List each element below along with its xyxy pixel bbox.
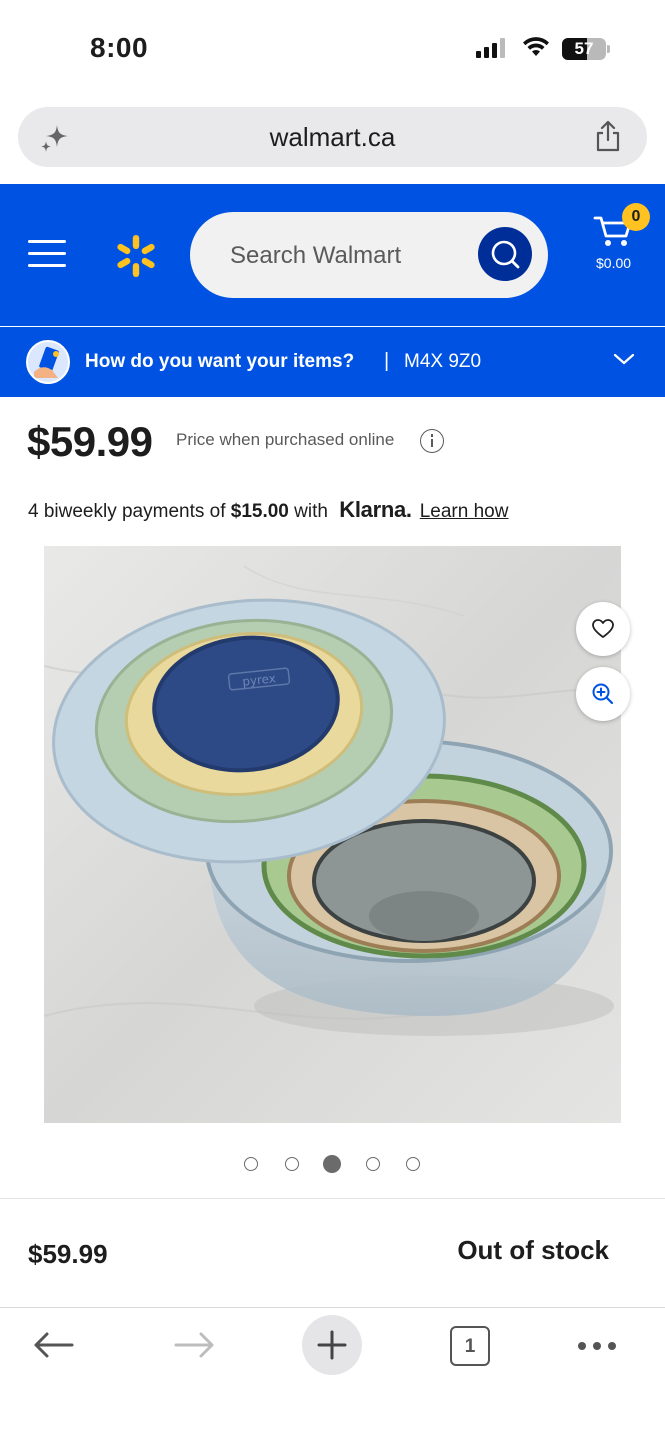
carousel-indicators <box>0 1155 665 1173</box>
cart-button[interactable]: 0 $0.00 <box>592 203 652 282</box>
battery-icon: 57 <box>562 38 606 60</box>
tab-switcher-button[interactable]: 1 <box>450 1326 490 1366</box>
klarna-with: with <box>288 501 334 522</box>
heart-icon <box>592 619 614 638</box>
cart-count-badge: 0 <box>622 203 650 231</box>
search-field[interactable]: Search Walmart <box>190 212 548 298</box>
more-options-icon[interactable] <box>578 1342 616 1350</box>
forward-arrow-icon[interactable] <box>170 1330 218 1365</box>
browser-toolbar: 1 <box>0 1307 665 1440</box>
carousel-dot[interactable] <box>285 1157 299 1171</box>
search-icon <box>491 240 520 269</box>
carousel-dot[interactable] <box>406 1157 420 1171</box>
search-placeholder: Search Walmart <box>230 242 402 269</box>
fulfillment-selector[interactable]: How do you want your items? | M4X 9Z0 <box>0 327 665 397</box>
status-bar: 8:00 57 <box>0 0 665 100</box>
site-header: Search Walmart 0 $0.00 <box>0 184 665 326</box>
fulfillment-question: How do you want your items? <box>85 351 355 372</box>
share-icon[interactable] <box>593 119 623 158</box>
back-arrow-icon[interactable] <box>30 1330 78 1365</box>
postal-code: M4X 9Z0 <box>404 351 482 372</box>
chevron-down-icon[interactable] <box>612 351 636 372</box>
carousel-dot[interactable] <box>366 1157 380 1171</box>
sticky-price: $59.99 <box>28 1239 108 1269</box>
cellular-signal-icon <box>476 38 505 58</box>
availability-status: Out of stock <box>457 1235 609 1265</box>
klarna-prefix: 4 biweekly payments of <box>28 501 231 522</box>
address-bar[interactable]: walmart.ca <box>18 107 647 167</box>
favorite-button[interactable] <box>576 602 630 656</box>
plus-icon <box>317 1330 347 1360</box>
tab-count: 1 <box>464 1336 476 1357</box>
clock: 8:00 <box>90 32 149 63</box>
new-tab-button[interactable] <box>302 1315 362 1375</box>
separator: | <box>384 350 390 372</box>
klarna-amount: $15.00 <box>230 501 289 522</box>
walmart-spark-logo[interactable] <box>112 232 160 285</box>
price-note: Price when purchased online <box>176 430 395 449</box>
url-text[interactable]: walmart.ca <box>18 122 647 153</box>
product-price: $59.99 <box>27 418 153 465</box>
klarna-logo: Klarna. <box>339 497 412 522</box>
zoom-in-icon <box>592 683 614 705</box>
delivery-illustration-icon <box>26 340 70 384</box>
battery-level: 57 <box>574 39 594 58</box>
search-button[interactable] <box>478 227 532 281</box>
battery-tip <box>607 45 610 53</box>
carousel-dot[interactable] <box>244 1157 258 1171</box>
product-image[interactable]: pyrex <box>44 546 621 1123</box>
cart-total: $0.00 <box>596 255 632 271</box>
klarna-learn-how-link[interactable]: Learn how <box>420 501 509 522</box>
divider <box>0 1198 665 1199</box>
wifi-icon <box>520 34 552 63</box>
zoom-button[interactable] <box>576 667 630 721</box>
klarna-financing: 4 biweekly payments of $15.00 with Klarn… <box>28 497 508 523</box>
carousel-dot[interactable] <box>323 1155 341 1173</box>
hamburger-menu-icon[interactable] <box>28 240 66 268</box>
info-icon[interactable] <box>420 429 444 453</box>
